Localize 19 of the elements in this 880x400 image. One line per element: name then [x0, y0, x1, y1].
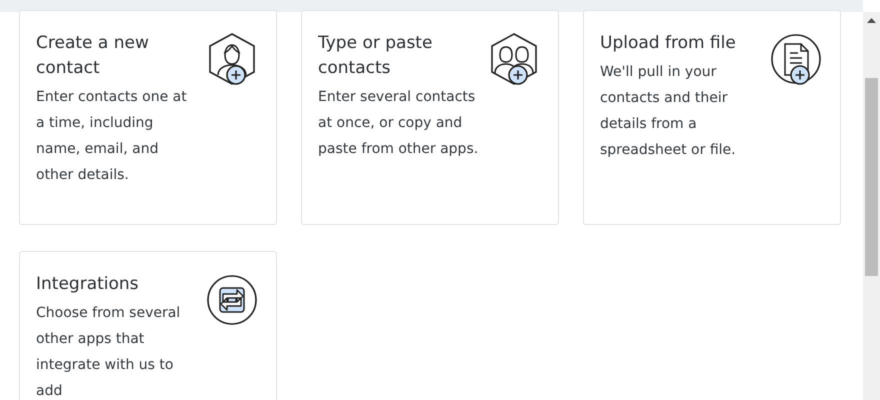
card-title: Integrations: [36, 273, 140, 296]
option-card[interactable]: Type or paste contacts Enter several contacts at once, or copy and paste from other apps.: [301, 10, 559, 225]
card-title: Upload from file: [600, 32, 737, 55]
card-description: Choose from several other apps that integrate with us to add: [36, 304, 182, 400]
option-card[interactable]: Integrations Choose from several other apps that integrate with us to add: [19, 251, 277, 400]
add-document-icon: [770, 31, 822, 87]
card-description: Enter several contacts at once, or copy and paste from other apps.: [318, 88, 480, 159]
card-description: We'll pull in your contacts and their details from a spreadsheet or file.: [600, 63, 737, 160]
card-title: Type or paste contacts: [318, 32, 434, 80]
option-card[interactable]: Upload from file We'll pull in your contacts and their details from a spreadsheet or file.: [583, 10, 841, 225]
option-card[interactable]: Create a new contact Enter contacts one at a time, including name, email, and other details.: [19, 10, 277, 225]
scroll-thumb[interactable]: [865, 78, 878, 276]
add-person-icon: [206, 31, 258, 87]
scroll-up-icon[interactable]: [867, 18, 876, 23]
sync-icon: [206, 272, 258, 328]
card-description: Enter contacts one at a time, including name, email, and other details.: [36, 88, 188, 185]
card-title: Create a new contact: [36, 32, 150, 80]
scrollbar[interactable]: [863, 12, 880, 400]
add-people-icon: [488, 31, 540, 87]
